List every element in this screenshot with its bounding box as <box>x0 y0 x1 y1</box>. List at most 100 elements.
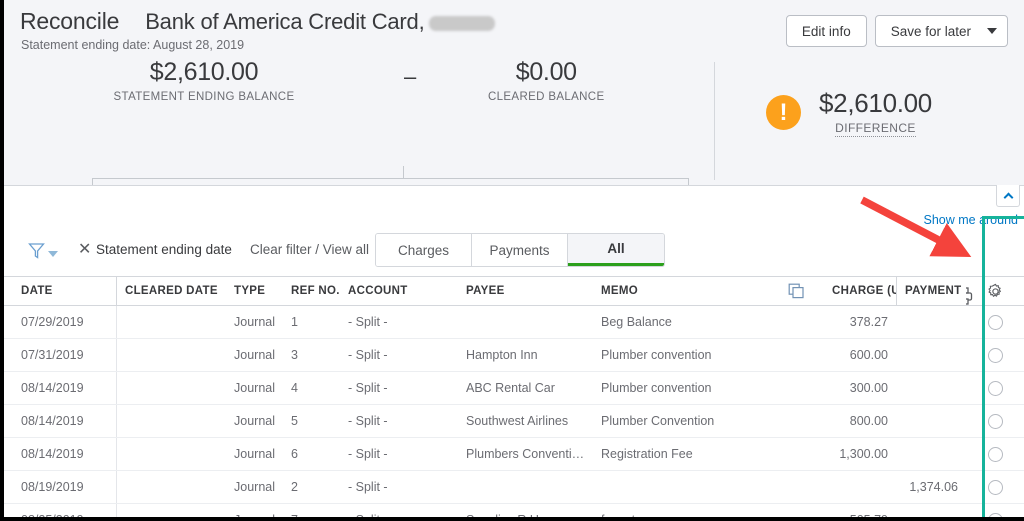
cell-select[interactable] <box>966 479 1024 495</box>
statement-ending-date-label: Statement ending date: August 28, 2019 <box>21 38 245 52</box>
cell-type: Journal <box>234 513 275 521</box>
cell-select[interactable] <box>966 314 1024 330</box>
cell-select[interactable] <box>966 446 1024 462</box>
row-select-radio[interactable] <box>987 413 1003 429</box>
transactions-panel: Show me around ✕ Statement ending date C… <box>4 185 1024 517</box>
cell-account: - Split - <box>348 315 388 329</box>
difference-amount: $2,610.00 <box>819 88 932 118</box>
cell-memo: Plumber convention <box>601 348 712 362</box>
table-row[interactable]: 08/25/2019 Journal 7 - Split - Supplies … <box>4 504 1024 521</box>
column-header-charge[interactable]: CHARGE (U <box>824 285 896 297</box>
cell-account: - Split - <box>348 414 388 428</box>
cell-charge: 600.00 <box>849 348 888 362</box>
cell-type: Journal <box>234 414 275 428</box>
difference-block: ! $2,610.00 DIFFERENCE <box>766 88 932 137</box>
save-for-later-label: Save for later <box>890 23 971 39</box>
cell-cleared-date <box>116 438 226 470</box>
chevron-down-icon[interactable] <box>987 28 997 34</box>
tab-payments[interactable]: Payments <box>472 234 568 266</box>
cell-date: 07/29/2019 <box>21 315 84 329</box>
cell-ref-no: 7 <box>291 513 298 521</box>
table-header-row: DATE CLEARED DATE TYPE REF NO. ACCOUNT P… <box>4 276 1024 306</box>
cell-date: 08/14/2019 <box>21 381 84 395</box>
cell-memo: Plumber Convention <box>601 414 715 428</box>
cell-select[interactable] <box>966 512 1024 517</box>
cell-account: - Split - <box>348 513 388 521</box>
cell-cleared-date <box>116 372 226 404</box>
cell-cleared-date <box>116 306 226 338</box>
reconcile-screen: Reconcile Bank of America Credit Card, S… <box>0 0 1024 521</box>
cell-date: 08/19/2019 <box>21 480 84 494</box>
column-header-date[interactable]: DATE <box>4 285 116 297</box>
column-header-attachment[interactable] <box>768 283 824 299</box>
cell-ref-no: 4 <box>291 381 298 395</box>
column-header-cleared-date[interactable]: CLEARED DATE <box>116 277 226 305</box>
transactions-table: DATE CLEARED DATE TYPE REF NO. ACCOUNT P… <box>4 276 1024 521</box>
filter-chip-label[interactable]: Statement ending date <box>96 242 232 257</box>
funnel-icon[interactable] <box>28 242 58 259</box>
cell-select[interactable] <box>966 347 1024 363</box>
save-for-later-button[interactable]: Save for later <box>874 15 1008 47</box>
edit-info-button[interactable]: Edit info <box>785 15 867 47</box>
summary-divider <box>714 62 715 180</box>
cell-payee: Supplies R Us <box>466 513 546 521</box>
row-select-radio[interactable] <box>987 380 1003 396</box>
column-header-payment[interactable]: PAYMENT <box>896 277 966 305</box>
close-x-icon[interactable]: ✕ <box>78 242 91 258</box>
table-row[interactable]: 08/14/2019 Journal 6 - Split - Plumbers … <box>4 438 1024 471</box>
row-select-radio[interactable] <box>987 314 1003 330</box>
column-header-memo[interactable]: MEMO <box>593 285 768 297</box>
balance-summary: $2,610.00 STATEMENT ENDING BALANCE – $0.… <box>4 58 714 226</box>
transaction-type-tabs: Charges Payments All <box>375 233 665 267</box>
cell-memo: Registration Fee <box>601 447 693 461</box>
cell-date: 08/14/2019 <box>21 414 84 428</box>
row-select-radio[interactable] <box>987 479 1003 495</box>
table-row[interactable]: 08/14/2019 Journal 5 - Split - Southwest… <box>4 405 1024 438</box>
cell-charge: 1,300.00 <box>839 447 888 461</box>
cell-memo: Beg Balance <box>601 315 672 329</box>
cell-ref-no: 5 <box>291 414 298 428</box>
column-header-account[interactable]: ACCOUNT <box>340 285 458 297</box>
row-select-radio[interactable] <box>987 512 1003 517</box>
clear-filter-link[interactable]: Clear filter / View all <box>250 242 369 257</box>
table-row[interactable]: 07/29/2019 Journal 1 - Split - Beg Balan… <box>4 306 1024 339</box>
cell-cleared-date <box>116 471 226 503</box>
cell-ref-no: 3 <box>291 348 298 362</box>
tab-charges[interactable]: Charges <box>376 234 472 266</box>
table-row[interactable]: 07/31/2019 Journal 3 - Split - Hampton I… <box>4 339 1024 372</box>
cell-select[interactable] <box>966 413 1024 429</box>
collapse-summary-button[interactable] <box>996 185 1020 207</box>
row-select-radio[interactable] <box>987 347 1003 363</box>
chevron-up-icon <box>1003 192 1013 202</box>
cell-date: 07/31/2019 <box>21 348 84 362</box>
cell-charge: 800.00 <box>849 414 888 428</box>
cell-ref-no: 2 <box>291 480 298 494</box>
table-body: 07/29/2019 Journal 1 - Split - Beg Balan… <box>4 306 1024 521</box>
column-header-payee[interactable]: PAYEE <box>458 285 593 297</box>
cell-memo: faucets <box>601 513 642 521</box>
difference-label: DIFFERENCE <box>835 121 916 137</box>
cell-type: Journal <box>234 348 275 362</box>
cell-select[interactable] <box>966 380 1024 396</box>
tab-all[interactable]: All <box>568 234 664 266</box>
show-me-around-link[interactable]: Show me around <box>923 213 1018 227</box>
cell-cleared-date <box>116 405 226 437</box>
chevron-down-icon <box>48 250 58 257</box>
cell-date: 08/25/2019 <box>21 513 84 521</box>
cell-payment: 1,374.06 <box>909 480 958 494</box>
cell-type: Journal <box>234 315 275 329</box>
column-header-settings[interactable] <box>966 283 1024 300</box>
cell-cleared-date <box>116 504 226 517</box>
warning-exclamation-icon: ! <box>766 95 801 130</box>
table-row[interactable]: 08/14/2019 Journal 4 - Split - ABC Renta… <box>4 372 1024 405</box>
column-header-ref-no[interactable]: REF NO. <box>283 285 340 297</box>
cell-charge: 505.79 <box>849 513 888 521</box>
cell-type: Journal <box>234 447 275 461</box>
statement-ending-balance: $2,610.00 STATEMENT ENDING BALANCE <box>4 58 404 103</box>
cell-cleared-date <box>116 339 226 371</box>
table-row[interactable]: 08/19/2019 Journal 2 - Split - 1,374.06 <box>4 471 1024 504</box>
title-row: Reconcile Bank of America Credit Card, <box>20 8 495 35</box>
statement-ending-balance-label: STATEMENT ENDING BALANCE <box>113 91 295 103</box>
row-select-radio[interactable] <box>987 446 1003 462</box>
column-header-type[interactable]: TYPE <box>226 285 283 297</box>
